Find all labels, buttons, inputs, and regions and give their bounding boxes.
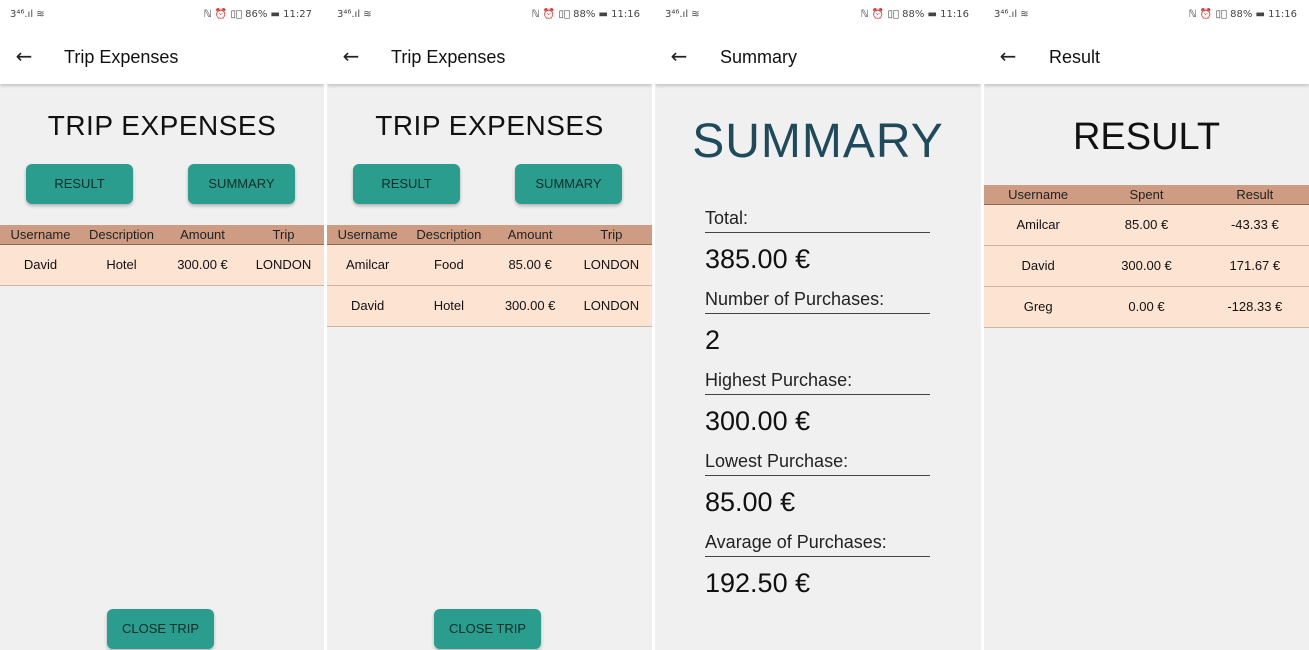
purchases-count-value: 2 <box>705 325 721 355</box>
cell-username: Amilcar <box>1016 217 1060 232</box>
app-bar: ← Result <box>984 30 1309 84</box>
app-bar-title: Summary <box>720 47 798 67</box>
cell-amount: 300.00 € <box>177 257 228 272</box>
cell-description: Food <box>434 257 464 272</box>
app-bar: ← Trip Expenses <box>327 30 652 84</box>
total-label: Total: <box>705 205 930 233</box>
battery-time-status: ℕ ⏰ ▯⃠ 88% ▬ 11:16 <box>1188 9 1297 20</box>
table-row[interactable]: David Hotel 300.00 € LONDON <box>327 286 652 327</box>
header-username: Username <box>10 227 71 242</box>
summary-button[interactable]: SUMMARY <box>188 164 295 204</box>
table-row[interactable]: David 300.00 € 171.67 € <box>984 246 1309 287</box>
battery-time-status: ℕ ⏰ ▯⃠ 88% ▬ 11:16 <box>531 9 640 20</box>
page-heading: RESULT <box>1072 116 1221 158</box>
page-heading: SUMMARY <box>692 115 944 168</box>
average-purchase-label: Avarage of Purchases: <box>705 529 930 557</box>
result-button[interactable]: RESULT <box>26 164 133 204</box>
cell-spent: 300.00 € <box>1121 258 1172 273</box>
cell-amount: 300.00 € <box>504 298 556 313</box>
summary-screen: 3⁴⁶.ıl ≋ ℕ ⏰ ▯⃠ 88% ▬ 11:16 ← Summary SU… <box>655 0 981 650</box>
lowest-purchase-label: Lowest Purchase: <box>705 448 930 476</box>
header-trip: Trip <box>600 227 623 242</box>
expenses-table: Username Description Amount Trip Amilcar… <box>327 225 652 327</box>
signal-wifi-status: 3⁴⁶.ıl ≋ <box>10 9 45 20</box>
table-header: Username Description Amount Trip <box>327 225 652 245</box>
cell-username: David <box>23 257 58 272</box>
status-bar: 3⁴⁶.ıl ≋ ℕ ⏰ ▯⃠ 88% ▬ 11:16 <box>327 0 652 30</box>
header-amount: Amount <box>180 227 225 242</box>
header-spent: Spent <box>1129 187 1164 202</box>
page-heading: TRIP EXPENSES <box>47 110 277 141</box>
table-row[interactable]: Amilcar Food 85.00 € LONDON <box>327 245 652 286</box>
signal-wifi-status: 3⁴⁶.ıl ≋ <box>337 9 372 20</box>
arrow-left-icon[interactable]: ← <box>996 42 1020 70</box>
cell-description: Hotel <box>106 257 137 272</box>
app-bar: ← Trip Expenses <box>0 30 324 84</box>
close-trip-button[interactable]: CLOSE TRIP <box>107 609 214 649</box>
cell-description: Hotel <box>433 298 465 313</box>
result-screen: 3⁴⁶.ıl ≋ ℕ ⏰ ▯⃠ 88% ▬ 11:16 ← Result RES… <box>984 0 1309 650</box>
table-header: Username Description Amount Trip <box>0 225 324 245</box>
app-bar-title: Trip Expenses <box>391 47 506 67</box>
cell-amount: 85.00 € <box>508 257 552 272</box>
header-username: Username <box>1008 187 1069 202</box>
app-bar-title: Result <box>1049 47 1101 67</box>
cell-spent: 85.00 € <box>1124 217 1169 232</box>
purchases-count-label: Number of Purchases: <box>705 286 930 314</box>
highest-purchase-label: Highest Purchase: <box>705 367 930 395</box>
cell-trip: LONDON <box>583 257 640 272</box>
close-trip-button[interactable]: CLOSE TRIP <box>434 609 541 649</box>
arrow-left-icon[interactable]: ← <box>339 42 363 70</box>
cell-username: Amilcar <box>345 257 390 272</box>
arrow-left-icon[interactable]: ← <box>667 42 691 70</box>
summary-list: Total: 385.00 € Number of Purchases: 2 H… <box>705 205 930 610</box>
total-value: 385.00 € <box>705 244 811 274</box>
table-row[interactable]: Amilcar 85.00 € -43.33 € <box>984 205 1309 246</box>
cell-trip: LONDON <box>583 298 640 313</box>
lowest-purchase-value: 85.00 € <box>705 487 796 517</box>
header-trip: Trip <box>272 227 295 242</box>
result-table: Username Spent Result Amilcar 85.00 € -4… <box>984 185 1309 328</box>
table-header: Username Spent Result <box>984 185 1309 205</box>
header-description: Description <box>416 227 482 242</box>
cell-username: David <box>1021 258 1055 273</box>
battery-time-status: ℕ ⏰ ▯⃠ 88% ▬ 11:16 <box>860 9 969 20</box>
header-username: Username <box>337 227 398 242</box>
status-bar: 3⁴⁶.ıl ≋ ℕ ⏰ ▯⃠ 88% ▬ 11:16 <box>655 0 981 30</box>
cell-username: Greg <box>1023 299 1053 314</box>
table-row[interactable]: Greg 0.00 € -128.33 € <box>984 287 1309 328</box>
highest-purchase-value: 300.00 € <box>705 406 811 436</box>
cell-spent: 0.00 € <box>1128 299 1165 314</box>
trip-expenses-screen-2: 3⁴⁶.ıl ≋ ℕ ⏰ ▯⃠ 88% ▬ 11:16 ← Trip Expen… <box>327 0 652 650</box>
cell-result: -43.33 € <box>1230 217 1279 232</box>
cell-username: David <box>351 298 385 313</box>
summary-button[interactable]: SUMMARY <box>515 164 622 204</box>
cell-result: -128.33 € <box>1227 299 1283 314</box>
table-row[interactable]: David Hotel 300.00 € LONDON <box>0 245 324 286</box>
status-bar: 3⁴⁶.ıl ≋ ℕ ⏰ ▯⃠ 88% ▬ 11:16 <box>984 0 1309 30</box>
arrow-left-icon[interactable]: ← <box>12 42 36 70</box>
page-heading: TRIP EXPENSES <box>375 110 604 141</box>
app-bar-title: Trip Expenses <box>64 47 179 67</box>
cell-result: 171.67 € <box>1229 258 1281 273</box>
signal-wifi-status: 3⁴⁶.ıl ≋ <box>665 9 700 20</box>
app-bar: ← Summary <box>655 30 981 84</box>
trip-expenses-screen-1: 3⁴⁶.ıl ≋ ℕ ⏰ ▯⃠ 86% ▬ 11:27 ← Trip Expen… <box>0 0 324 650</box>
average-purchase-value: 192.50 € <box>705 568 811 598</box>
screens-container: 3⁴⁶.ıl ≋ ℕ ⏰ ▯⃠ 86% ▬ 11:27 ← Trip Expen… <box>0 0 1309 650</box>
battery-time-status: ℕ ⏰ ▯⃠ 86% ▬ 11:27 <box>203 9 312 20</box>
header-description: Description <box>88 227 155 242</box>
status-bar: 3⁴⁶.ıl ≋ ℕ ⏰ ▯⃠ 86% ▬ 11:27 <box>0 0 324 30</box>
result-button[interactable]: RESULT <box>353 164 460 204</box>
signal-wifi-status: 3⁴⁶.ıl ≋ <box>994 9 1029 20</box>
cell-trip: LONDON <box>255 257 312 272</box>
expenses-table: Username Description Amount Trip David H… <box>0 225 324 286</box>
header-amount: Amount <box>507 227 553 242</box>
header-result: Result <box>1236 187 1274 202</box>
